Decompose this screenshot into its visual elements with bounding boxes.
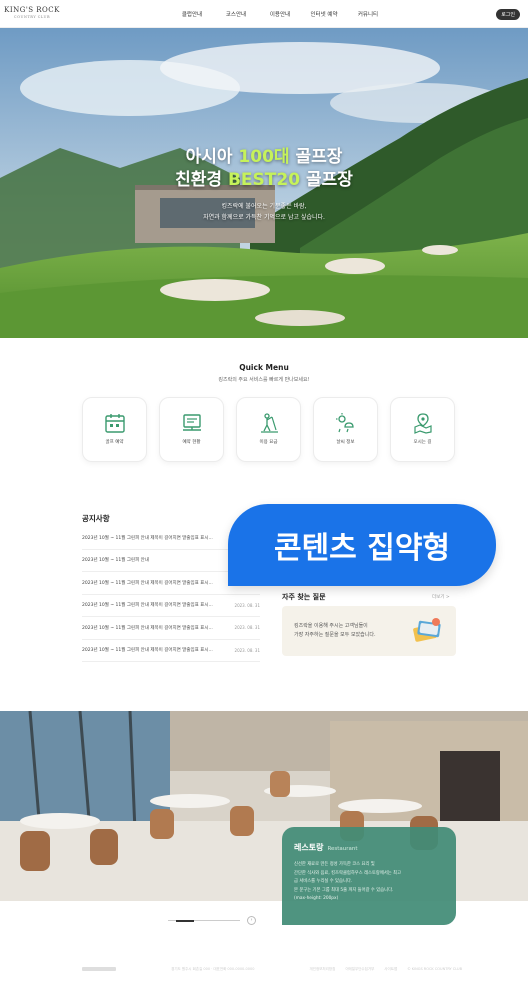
weather-icon: [336, 413, 354, 433]
restaurant-title: 레스토랑 Restaurant: [294, 842, 358, 853]
footer-links: 개인정보처리방침 이메일무단수집거부 사이트맵 © KINGS ROCK COU…: [310, 967, 462, 972]
hero-description: 킹즈락에 불어오는 기분좋은 바람, 자연과 함께으로 가득찬 기억으로 남고 …: [0, 201, 528, 223]
notice-item-date: 2023. 08. 31: [234, 625, 260, 631]
faq-more-link[interactable]: 더보기 >: [432, 594, 450, 600]
login-button[interactable]: 로그인: [496, 9, 520, 20]
main-nav: 클럽안내 코스안내 이용안내 인터넷 예약 커뮤니티: [170, 10, 390, 18]
faq-description: 킹즈락을 이용해 주시는 고객님들이 가장 자주하는 질문을 모두 모았습니다.: [294, 622, 376, 640]
hero-section: 아시아 100대 골프장 친환경 BEST20 골프장 킹즈락에 불어오는 기분…: [0, 28, 528, 338]
notice-item-title: 2023년 10월 ~ 11월 그린피 안내 제목이 길어지면 말줄임표 표시.…: [82, 535, 213, 541]
restaurant-desc-line: (max-height: 200px): [294, 896, 339, 901]
quick-menu-golf-booking[interactable]: 골프 예약: [82, 397, 147, 462]
footer-link-sitemap[interactable]: 사이트맵: [384, 967, 397, 972]
notice-item-title: 2023년 10월 ~ 11월 그린피 안내 제목이 길어지면 말줄임표 표시.…: [82, 648, 213, 654]
nav-item-community[interactable]: 커뮤니티: [346, 10, 390, 18]
restaurant-title-ko: 레스토랑: [294, 843, 324, 852]
footer-link-email[interactable]: 이메일무단수집거부: [345, 967, 374, 972]
banner-text: 콘텐츠 집약형: [273, 531, 451, 566]
nav-item-club[interactable]: 클럽안내: [170, 10, 214, 18]
site-logo[interactable]: KING'S ROCK COUNTRY CLUB: [2, 6, 62, 19]
quick-menu-subtitle: 킹즈락의 주요 서비스를 빠르게 만나보세요!: [218, 377, 310, 383]
quick-menu-label: 이용 요금: [259, 440, 278, 445]
notice-item-title: 2023년 10월 ~ 11월 그린피 안내 제목이 길어지면 말줄임표 표시.…: [82, 580, 213, 586]
faq-desc-line2: 가장 자주하는 질문을 모두 모았습니다.: [294, 632, 376, 638]
nav-item-booking[interactable]: 인터넷 예약: [302, 10, 346, 18]
notice-title: 공지사항: [82, 514, 110, 523]
hero-desc-line2: 자연과 함께으로 가득찬 기억으로 남고 싶습니다.: [203, 214, 325, 221]
hero-desc-line1: 킹즈락에 불어오는 기분좋은 바람,: [221, 203, 307, 210]
hero-headline: 아시아 100대 골프장 친환경 BEST20 골프장: [0, 146, 528, 192]
quick-menu-title: Quick Menu: [239, 363, 289, 372]
footer-logo: [82, 967, 116, 971]
notice-item-date: 2023. 08. 31: [234, 647, 260, 653]
restaurant-card[interactable]: 레스토랑 Restaurant 신선한 재료로 만든 정성 가득한 코스 요리 및…: [282, 827, 456, 925]
restaurant-desc-line: 신선한 재료로 만든 정성 가득한 코스 요리 및: [294, 862, 375, 867]
notice-item[interactable]: 2023년 10월 ~ 11월 그린피 안내 제목이 길어지면 말줄임표 표시.…: [82, 640, 260, 662]
restaurant-title-en: Restaurant: [327, 846, 358, 852]
restaurant-slider-pagination: ›: [168, 916, 268, 926]
logo-sub-text: COUNTRY CLUB: [13, 15, 51, 19]
notice-item[interactable]: 2023년 10월 ~ 11월 그린피 안내 제목이 길어지면 말줄임표 표시.…: [82, 595, 260, 617]
notice-item-title: 2023년 10월 ~ 11월 그린피 안내 제목이 길어지면 말줄임표 표시.…: [82, 603, 213, 609]
notice-item-title: 2023년 10월 ~ 11월 그린피 안내: [82, 558, 149, 564]
hero-headline-line2: 친환경 BEST20 골프장: [175, 170, 353, 190]
quick-menu-booking-status[interactable]: 예약 현황: [159, 397, 224, 462]
slider-next-button[interactable]: ›: [247, 916, 256, 925]
notice-item-date: 2023. 08. 31: [234, 602, 260, 608]
slider-progress: [176, 919, 194, 922]
faq-card[interactable]: 킹즈락을 이용해 주시는 고객님들이 가장 자주하는 질문을 모두 모았습니다.: [282, 606, 456, 656]
faq-desc-line1: 킹즈락을 이용해 주시는 고객님들이: [294, 623, 368, 629]
quick-menu-label: 예약 현황: [182, 440, 201, 445]
faq-cards-icon: [413, 618, 441, 642]
restaurant-desc-line: 본 문구는 기본 그룹 최대 5줄 까지 들어갈 수 있습니다.: [294, 887, 394, 893]
notice-item-title: 2023년 10월 ~ 11월 그린피 안내 제목이 길어지면 말줄임표 표시.…: [82, 625, 213, 631]
site-footer: 경기도 원주시 회촌길 000 · 대표전화 000-0000-0000 개인정…: [82, 964, 462, 974]
quick-menu-fees[interactable]: 이용 요금: [236, 397, 301, 462]
nav-item-usage[interactable]: 이용안내: [258, 10, 302, 18]
restaurant-description: 신선한 재료로 만든 정성 가득한 코스 요리 및 간단한 식사와 음료, 킹즈…: [294, 861, 446, 904]
footer-copyright: © KINGS ROCK COUNTRY CLUB: [407, 966, 462, 971]
calendar-icon: [105, 414, 125, 433]
nav-item-course[interactable]: 코스안내: [214, 10, 258, 18]
restaurant-desc-line: 간단한 식사와 음료, 킹즈락클럽하우스 레스토랑에서는 최고: [294, 870, 402, 876]
map-icon: [414, 413, 432, 434]
quick-menu-weather[interactable]: 날씨 정보: [313, 397, 378, 462]
logo-main-text: KING'S ROCK: [4, 6, 60, 14]
restaurant-desc-line: 급 서비스를 누리실 수 있습니다.: [294, 879, 353, 884]
quick-menu-label: 골프 예약: [105, 440, 124, 445]
quick-menu-directions[interactable]: 오시는 길: [390, 397, 455, 462]
site-header: KING'S ROCK COUNTRY CLUB 클럽안내 코스안내 이용안내 …: [0, 0, 528, 28]
content-banner: 콘텐츠 집약형: [228, 504, 496, 586]
footer-info: 경기도 원주시 회촌길 000 · 대표전화 000-0000-0000: [171, 966, 255, 971]
quick-menu-label: 오시는 길: [413, 440, 432, 445]
golfer-icon: [261, 413, 278, 433]
monitor-icon: [183, 414, 201, 431]
footer-link-privacy[interactable]: 개인정보처리방침: [310, 967, 336, 972]
hero-headline-line1: 아시아 100대 골프장: [185, 147, 343, 167]
faq-title: 자주 찾는 질문: [282, 593, 326, 601]
notice-item[interactable]: 2023년 10월 ~ 11월 그린피 안내 제목이 길어지면 말줄임표 표시.…: [82, 617, 260, 640]
quick-menu-grid: 골프 예약 예약 현황 이용 요금 날씨 정보 오시는 길: [82, 397, 455, 462]
quick-menu-label: 날씨 정보: [336, 440, 355, 445]
